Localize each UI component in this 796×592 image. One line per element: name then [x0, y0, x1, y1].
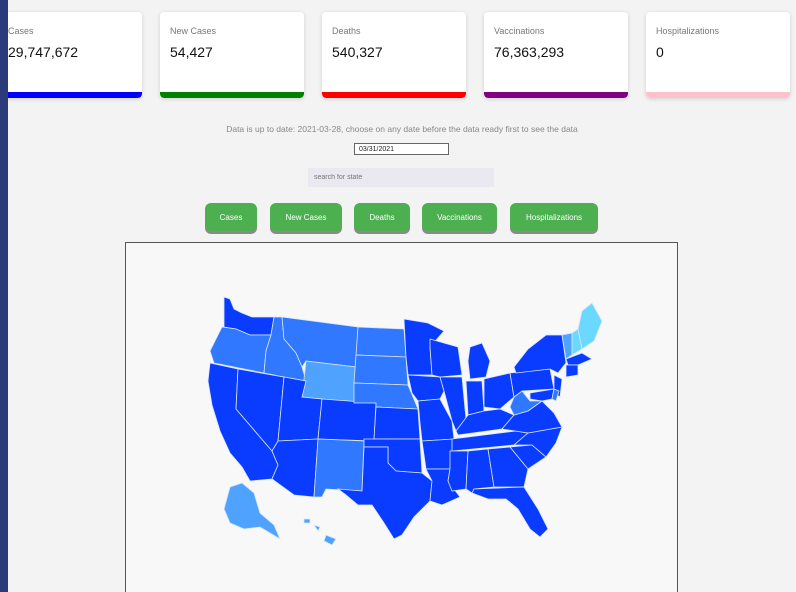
- card-value: 540,327: [332, 44, 383, 60]
- state-ohio[interactable]: [483, 372, 515, 410]
- card-new-cases: New Cases 54,427: [160, 12, 304, 98]
- card-label: New Cases: [170, 26, 217, 36]
- card-value: 0: [656, 44, 664, 60]
- date-input[interactable]: [354, 143, 449, 155]
- state-north-dakota[interactable]: [355, 326, 407, 358]
- stat-cards: Cases 29,747,672 New Cases 54,427 Deaths…: [8, 12, 796, 104]
- card-value: 29,747,672: [8, 44, 79, 60]
- card-vaccinations: Vaccinations 76,363,293: [484, 12, 628, 98]
- state-search-input[interactable]: [308, 168, 494, 187]
- card-color-bar: [322, 92, 466, 98]
- card-color-bar: [484, 92, 628, 98]
- card-hospitalizations: Hospitalizations 0: [646, 12, 790, 98]
- vaccinations-button[interactable]: Vaccinations: [422, 203, 497, 231]
- state-florida[interactable]: [471, 486, 549, 538]
- card-color-bar: [8, 92, 142, 98]
- deaths-button[interactable]: Deaths: [354, 203, 410, 231]
- state-michigan[interactable]: [467, 342, 491, 380]
- card-color-bar: [646, 92, 790, 98]
- state-wyoming[interactable]: [301, 360, 357, 404]
- state-indiana[interactable]: [465, 380, 485, 416]
- state-hawaii[interactable]: [303, 518, 337, 546]
- app-frame: Cases 29,747,672 New Cases 54,427 Deaths…: [8, 0, 796, 592]
- cases-button[interactable]: Cases: [205, 203, 257, 231]
- state-colorado[interactable]: [317, 398, 377, 442]
- us-map-container: [125, 242, 678, 592]
- hospitalizations-button[interactable]: Hospitalizations: [510, 203, 598, 231]
- state-arizona[interactable]: [271, 438, 319, 498]
- state-maine[interactable]: [577, 302, 603, 350]
- state-mississippi[interactable]: [447, 450, 469, 492]
- state-new-mexico[interactable]: [313, 438, 365, 498]
- card-label: Cases: [8, 26, 34, 36]
- data-status-text: Data is up to date: 2021-03-28, choose o…: [226, 124, 578, 134]
- state-alaska[interactable]: [223, 482, 281, 540]
- new-cases-button[interactable]: New Cases: [270, 203, 342, 231]
- card-label: Deaths: [332, 26, 361, 36]
- card-label: Vaccinations: [494, 26, 545, 36]
- card-value: 76,363,293: [494, 44, 565, 60]
- state-new-york[interactable]: [513, 334, 567, 374]
- card-deaths: Deaths 540,327: [322, 12, 466, 98]
- state-wisconsin[interactable]: [429, 338, 463, 378]
- state-maryland[interactable]: [529, 388, 555, 402]
- state-connecticut[interactable]: [565, 364, 579, 378]
- card-color-bar: [160, 92, 304, 98]
- us-map: [207, 296, 603, 546]
- card-cases: Cases 29,747,672: [8, 12, 142, 98]
- state-south-dakota[interactable]: [353, 354, 409, 386]
- state-kansas[interactable]: [373, 406, 421, 440]
- card-value: 54,427: [170, 44, 213, 60]
- card-label: Hospitalizations: [656, 26, 720, 36]
- state-arkansas[interactable]: [421, 438, 455, 470]
